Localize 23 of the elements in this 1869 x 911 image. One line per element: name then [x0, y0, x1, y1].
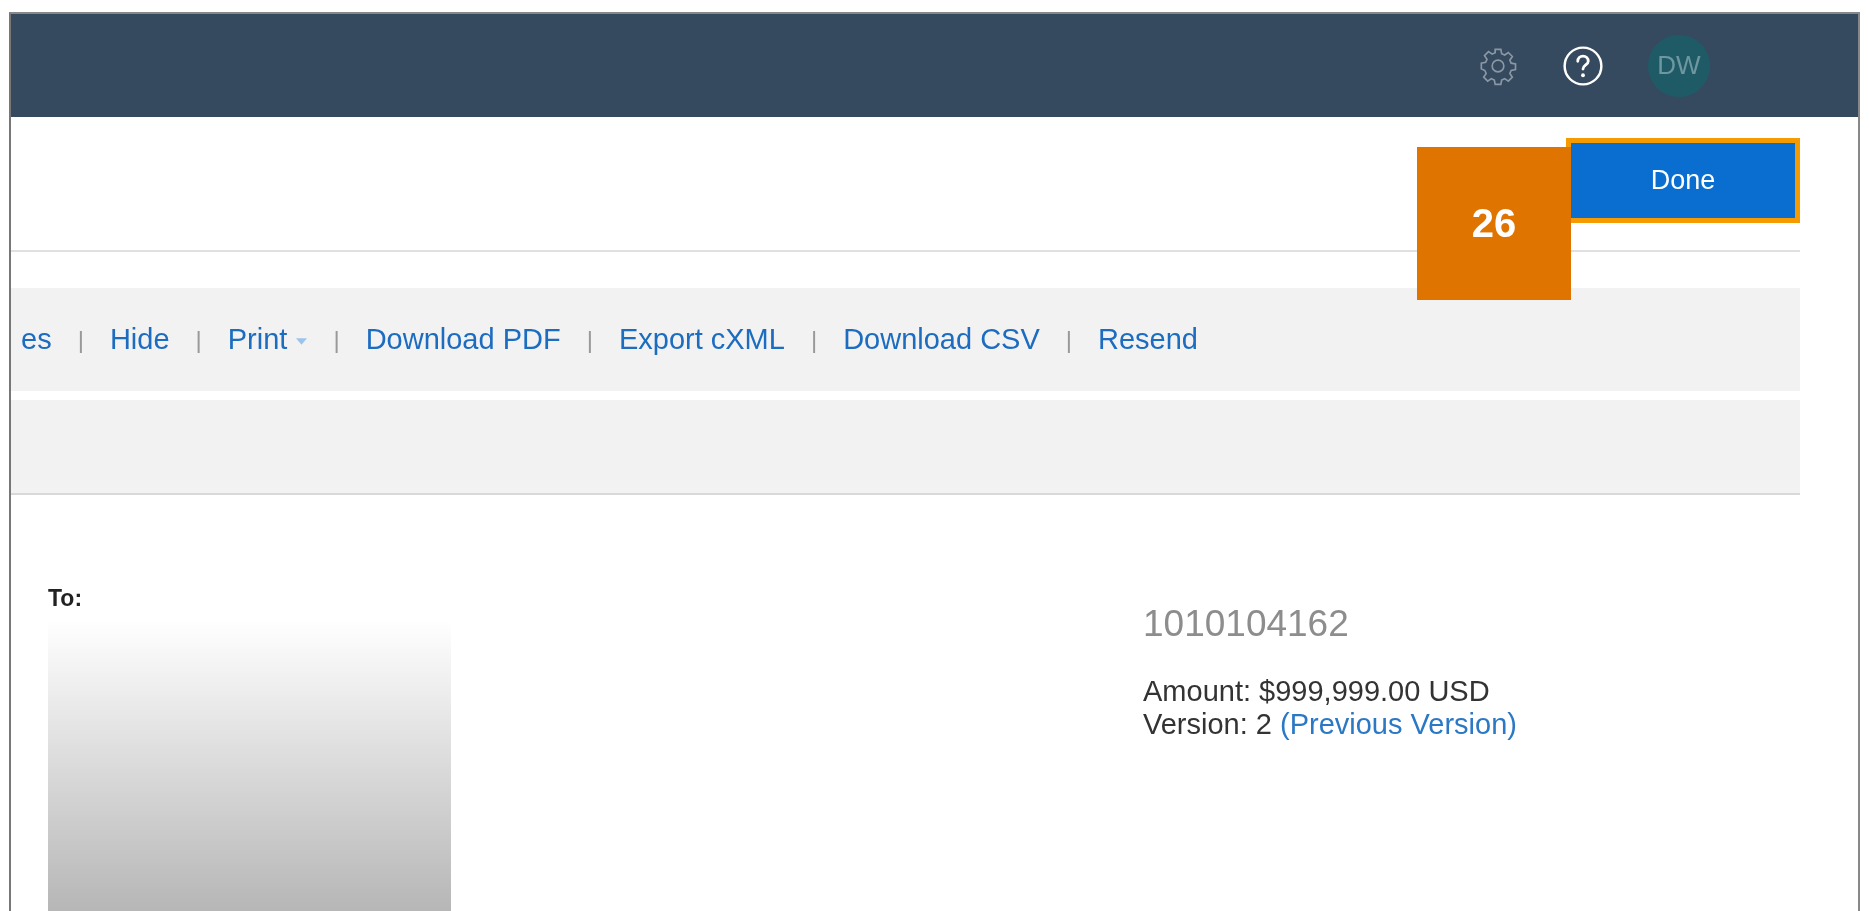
- toolbar-link[interactable]: Download CSV: [843, 323, 1040, 356]
- step-number-badge: 26: [1417, 147, 1571, 300]
- toolbar-link[interactable]: Download PDF: [365, 323, 561, 356]
- version-text: Version: 2: [1143, 708, 1272, 741]
- separator: |: [77, 325, 84, 354]
- done-button[interactable]: Done: [1566, 138, 1800, 223]
- amount-text: Amount: $999,999.00 USD: [1143, 675, 1491, 708]
- separator: |: [333, 325, 340, 354]
- previous-version-link[interactable]: (Previous Version): [1280, 708, 1517, 741]
- separator: |: [810, 325, 818, 354]
- toolbar-link[interactable]: Hide: [109, 323, 170, 356]
- toolbar-link[interactable]: Resend: [1098, 323, 1198, 356]
- help-icon[interactable]: [1562, 44, 1604, 87]
- separator: |: [195, 325, 202, 354]
- toolbar-link[interactable]: Export cXML: [618, 323, 785, 356]
- to-label: To:: [48, 585, 84, 612]
- toolbar-link[interactable]: es: [21, 323, 52, 356]
- caret-icon: [296, 338, 308, 345]
- toolbar-link[interactable]: Print: [227, 323, 308, 356]
- separator: |: [1065, 325, 1073, 354]
- order-number: 1010104162: [1143, 603, 1350, 645]
- separator: |: [586, 325, 593, 354]
- user-avatar[interactable]: DW: [1648, 34, 1710, 97]
